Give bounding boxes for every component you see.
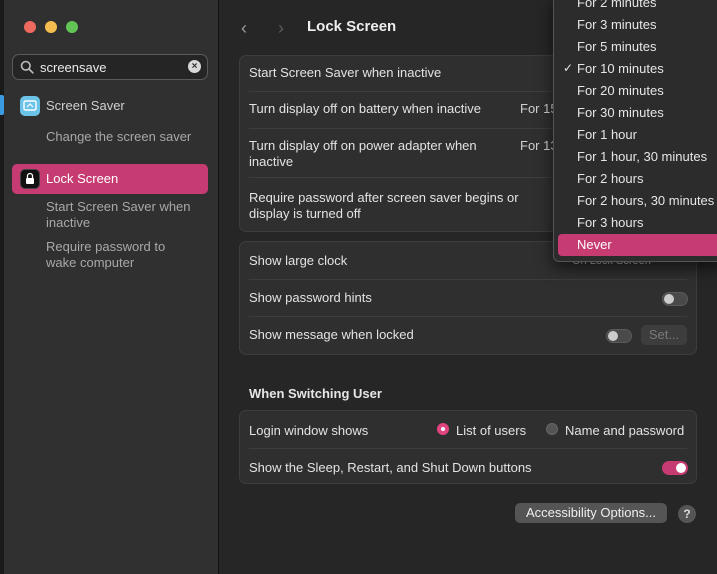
setting-row-password-hints[interactable]: Show password hints [240,280,696,317]
radio-label[interactable]: List of users [456,423,526,438]
sidebar: screensave × Screen Saver Change the scr… [4,0,219,574]
screen-saver-icon [20,96,40,116]
dropdown-item[interactable]: For 3 minutes [558,14,717,36]
dropdown-item[interactable]: For 20 minutes [558,80,717,102]
set-message-button[interactable]: Set... [641,325,687,345]
setting-label: Show the Sleep, Restart, and Shut Down b… [249,460,532,475]
dropdown-item[interactable]: For 5 minutes [558,36,717,58]
minimize-window-button[interactable] [45,21,57,33]
clear-search-icon[interactable]: × [188,60,201,73]
sidebar-item-label: Lock Screen [46,171,119,186]
checkmark-icon: ✓ [563,61,574,75]
dropdown-item-checked[interactable]: ✓ For 10 minutes [558,58,717,80]
dropdown-item[interactable]: For 2 hours [558,168,717,190]
dropdown-item[interactable]: For 1 hour, 30 minutes [558,146,717,168]
setting-label: Show message when locked [249,327,414,342]
dropdown-item[interactable]: For 1 hour [558,124,717,146]
back-icon[interactable]: ‹ [241,18,247,39]
setting-label: Turn display off on battery when inactiv… [249,101,481,116]
setting-label: Require password after screen saver begi… [249,190,519,221]
page-title: Lock Screen [307,18,397,35]
sidebar-subitem-start-screen-saver[interactable]: Start Screen Saver when inactive [46,199,196,231]
setting-label: Turn display off on power adapter when i… [249,138,477,169]
password-hints-toggle[interactable] [662,292,688,306]
sidebar-subitem-change-screen-saver[interactable]: Change the screen saver [46,129,191,145]
dropdown-item[interactable]: For 3 hours [558,212,717,234]
sidebar-item-screen-saver[interactable]: Screen Saver [12,91,208,121]
close-window-button[interactable] [24,21,36,33]
lock-screen-icon [20,169,40,189]
accessibility-options-button[interactable]: Accessibility Options... [515,503,667,523]
message-locked-toggle[interactable] [606,329,632,343]
sidebar-subitem-require-password[interactable]: Require password to wake computer [46,239,196,271]
zoom-window-button[interactable] [66,21,78,33]
search-icon [20,60,34,74]
search-field[interactable]: screensave × [12,54,208,80]
setting-value[interactable]: For 13 [520,138,558,153]
sidebar-item-label: Screen Saver [46,98,125,113]
search-input[interactable]: screensave [40,60,106,75]
help-button[interactable]: ? [678,505,696,523]
setting-label: Show large clock [249,253,348,268]
sidebar-item-lock-screen[interactable]: Lock Screen [12,164,208,194]
setting-row-login-window[interactable]: Login window shows List of users Name an… [240,411,696,448]
sleep-restart-toggle[interactable] [662,461,688,475]
dropdown-item[interactable]: For 2 minutes [558,0,717,14]
forward-icon[interactable]: › [278,18,284,39]
dropdown-item-highlighted[interactable]: Never [558,234,717,256]
radio-list-of-users[interactable] [437,423,449,435]
section-header-switching-user: When Switching User [249,386,382,401]
setting-row-message-locked[interactable]: Show message when locked Set... [240,317,696,354]
dropdown-item[interactable]: For 2 hours, 30 minutes [558,190,717,212]
setting-label: Login window shows [249,423,369,438]
radio-label[interactable]: Name and password [565,423,684,438]
switching-user-group: Login window shows List of users Name an… [239,410,697,484]
duration-dropdown-menu: For 2 minutes For 3 minutes For 5 minute… [553,0,717,262]
setting-label: Show password hints [249,290,372,305]
radio-name-and-password[interactable] [546,423,558,435]
dropdown-item[interactable]: For 30 minutes [558,102,717,124]
setting-row-sleep-restart[interactable]: Show the Sleep, Restart, and Shut Down b… [240,449,696,485]
setting-label: Start Screen Saver when inactive [249,65,442,80]
setting-value[interactable]: For 15 [520,101,558,116]
